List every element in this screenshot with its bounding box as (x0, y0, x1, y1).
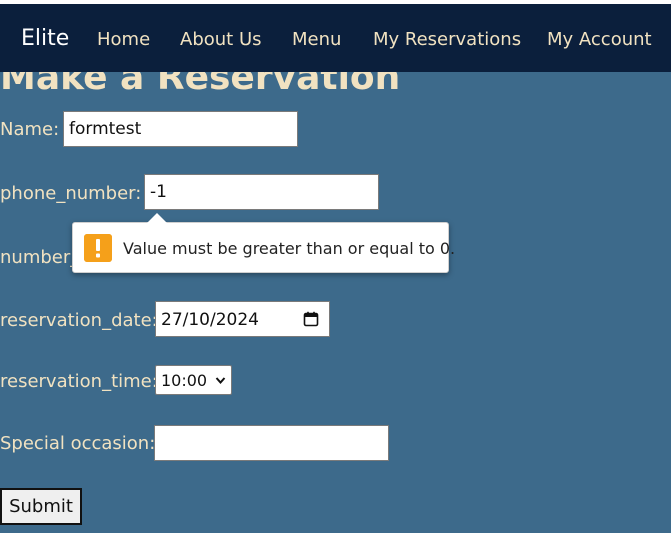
calendar-icon[interactable] (303, 311, 319, 327)
number-of-guests-label: number_ (0, 247, 80, 268)
warning-icon (84, 234, 112, 262)
nav-link-about-us[interactable]: About Us (180, 29, 262, 51)
nav-link-menu[interactable]: Menu (292, 29, 341, 51)
brand-logo-link[interactable]: Elite (21, 26, 69, 52)
name-input[interactable] (63, 111, 298, 147)
reservation-time-label: reservation_time: (0, 371, 158, 392)
reservation-date-input[interactable]: 27/10/2024 (155, 301, 330, 337)
validation-message: Value must be greater than or equal to 0… (123, 239, 456, 258)
special-occasion-input[interactable] (154, 425, 389, 461)
nav-link-my-account[interactable]: My Account (547, 29, 652, 51)
submit-button[interactable]: Submit (0, 488, 82, 525)
nav-link-my-reservations[interactable]: My Reservations (373, 29, 521, 51)
phone-number-input[interactable] (144, 174, 379, 210)
reservation-date-label: reservation_date: (0, 310, 158, 331)
tooltip-arrow (147, 213, 167, 223)
reservation-date-value: 27/10/2024 (161, 310, 259, 330)
phone-number-label: phone_number: (0, 183, 142, 204)
navbar: Elite Home About Us Menu My Reservations… (0, 4, 671, 72)
validation-tooltip: Value must be greater than or equal to 0… (72, 213, 455, 273)
nav-link-home[interactable]: Home (97, 29, 150, 51)
name-label: Name: (0, 119, 60, 140)
special-occasion-label: Special occasion: (0, 433, 156, 454)
reservation-time-select[interactable]: 10:00 (155, 365, 232, 395)
reservation-time-value: 10:00 (161, 371, 208, 390)
chevron-down-icon (215, 377, 226, 385)
